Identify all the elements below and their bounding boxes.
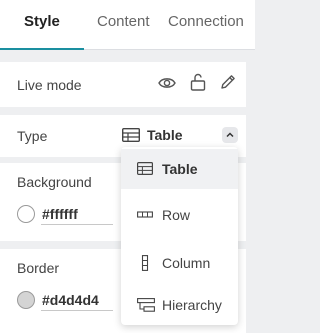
pencil-icon[interactable]	[218, 72, 238, 92]
tab-bar: Style Content Connection	[0, 0, 255, 50]
hierarchy-icon	[137, 298, 155, 312]
table-icon	[137, 162, 153, 175]
type-value: Table	[147, 127, 183, 143]
type-option-row[interactable]: Row	[121, 195, 238, 235]
tab-connection[interactable]: Connection	[168, 0, 244, 50]
active-tab-indicator	[0, 48, 84, 50]
background-label: Background	[17, 174, 92, 190]
type-option-hierarchy[interactable]: Hierarchy	[121, 285, 238, 325]
type-option-table[interactable]: Table	[121, 149, 238, 189]
type-dropdown-menu: Table Row Column Hierarchy	[121, 147, 238, 325]
type-option-label: Row	[162, 207, 191, 223]
tab-content[interactable]: Content	[97, 0, 150, 50]
background-color-swatch[interactable]	[17, 205, 35, 223]
border-color-swatch[interactable]	[17, 291, 35, 309]
unlock-icon[interactable]	[188, 72, 208, 92]
live-mode-label: Live mode	[17, 77, 82, 93]
tab-style[interactable]: Style	[24, 0, 60, 50]
type-label: Type	[17, 128, 48, 144]
eye-icon[interactable]	[157, 73, 177, 93]
border-label: Border	[17, 260, 60, 276]
chevron-up-icon	[226, 132, 234, 138]
column-icon	[141, 255, 149, 271]
table-icon	[122, 128, 140, 142]
type-collapse-button[interactable]	[222, 127, 238, 143]
type-option-label: Column	[162, 255, 211, 271]
type-option-label: Hierarchy	[162, 297, 222, 313]
row-icon	[137, 211, 153, 218]
border-color-input[interactable]	[41, 289, 113, 311]
type-option-column[interactable]: Column	[121, 243, 238, 283]
live-mode-row: Live mode	[0, 62, 246, 107]
background-color-input[interactable]	[41, 203, 113, 225]
type-option-label: Table	[162, 161, 198, 177]
